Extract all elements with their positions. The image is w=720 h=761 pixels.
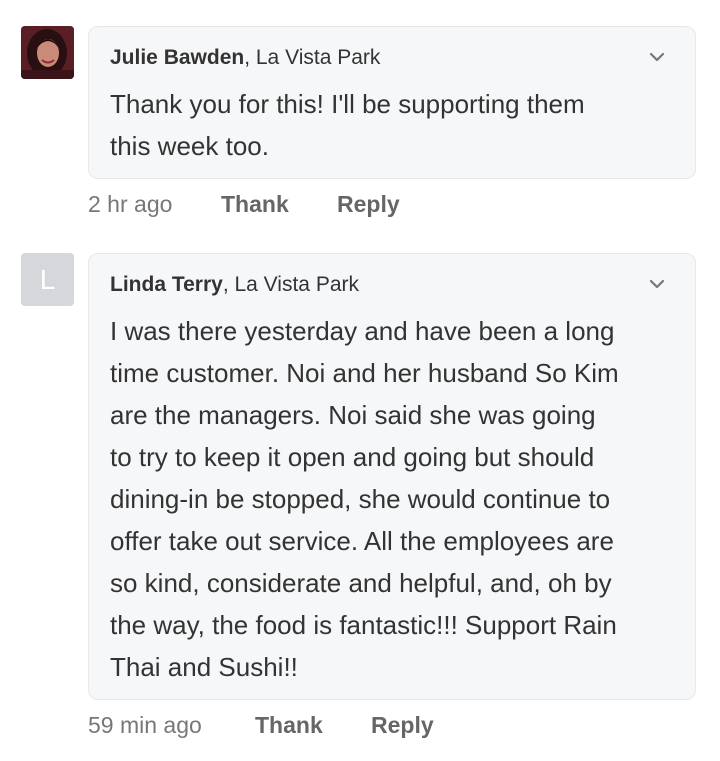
comment-bubble: Linda Terry, La Vista Park I was there y… bbox=[88, 253, 696, 700]
reply-button[interactable]: Reply bbox=[337, 191, 400, 218]
timestamp: 59 min ago bbox=[88, 712, 202, 738]
user-initial-avatar[interactable]: L bbox=[21, 253, 74, 306]
chevron-down-icon[interactable] bbox=[647, 274, 667, 294]
comment-text: I was there yesterday and have been a lo… bbox=[110, 316, 619, 682]
author-line: Linda Terry, La Vista Park bbox=[110, 273, 359, 297]
chevron-down-icon[interactable] bbox=[647, 47, 667, 67]
user-photo-avatar[interactable] bbox=[21, 26, 74, 79]
comment-text: Thank you for this! I'll be supporting t… bbox=[110, 89, 585, 161]
timestamp: 2 hr ago bbox=[88, 191, 173, 217]
author-name[interactable]: Linda Terry bbox=[110, 273, 223, 296]
comment-bubble: Julie Bawden, La Vista Park Thank you fo… bbox=[88, 26, 696, 179]
author-line: Julie Bawden, La Vista Park bbox=[110, 46, 380, 70]
avatar-initial: L bbox=[39, 264, 56, 295]
avatar-photo-icon bbox=[21, 26, 74, 79]
thank-button[interactable]: Thank bbox=[221, 191, 289, 218]
author-location: , La Vista Park bbox=[244, 46, 381, 69]
author-name[interactable]: Julie Bawden bbox=[110, 46, 244, 69]
author-location: , La Vista Park bbox=[222, 273, 359, 296]
reply-button[interactable]: Reply bbox=[371, 712, 434, 739]
thank-button[interactable]: Thank bbox=[255, 712, 323, 739]
